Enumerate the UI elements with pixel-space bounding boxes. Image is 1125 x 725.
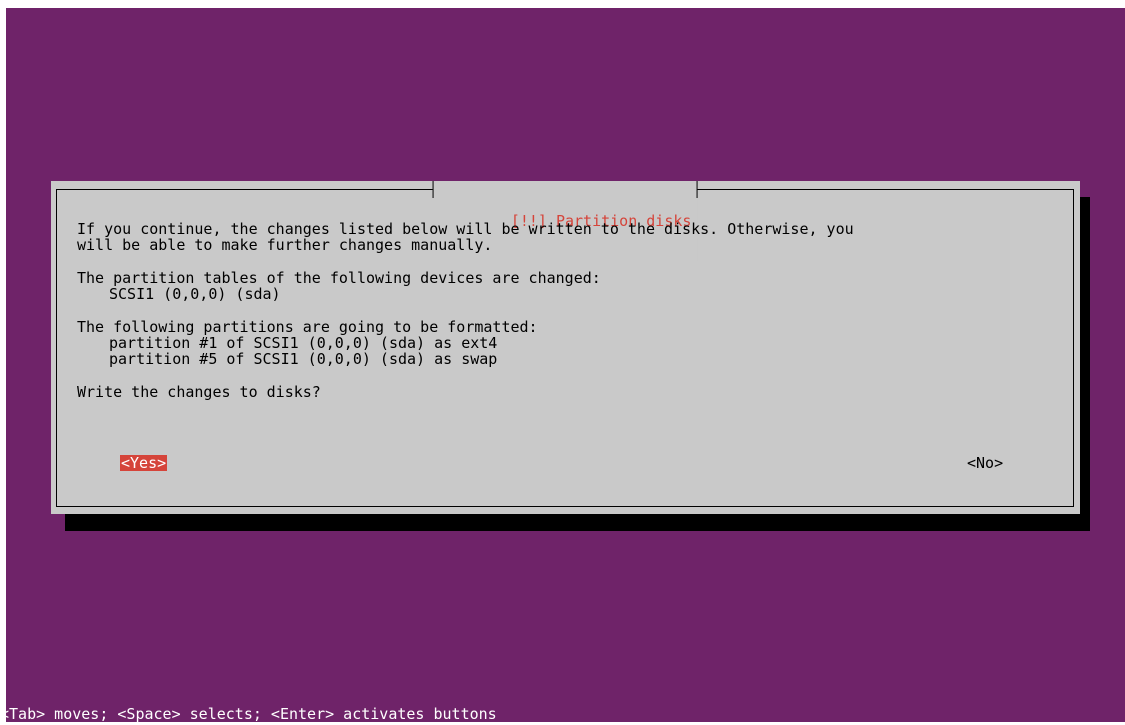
title-border-tick-right: [696, 181, 698, 198]
dialog-body: If you continue, the changes listed belo…: [77, 221, 1062, 400]
formatted-partition-item: partition #5 of SCSI1 (0,0,0) (sda) as s…: [109, 350, 498, 368]
changed-device-item: SCSI1 (0,0,0) (sda): [109, 285, 281, 303]
no-button[interactable]: <No>: [967, 455, 1003, 471]
title-border-tick-left: [432, 181, 434, 198]
intro-text-line-2: will be able to make further changes man…: [77, 236, 493, 254]
formatted-partition-item: partition #1 of SCSI1 (0,0,0) (sda) as e…: [109, 334, 498, 352]
formatted-partitions-heading: The following partitions are going to be…: [77, 318, 538, 336]
partition-disks-dialog: [!!] Partition disks If you continue, th…: [51, 181, 1080, 514]
intro-text-line-1: If you continue, the changes listed belo…: [77, 220, 854, 238]
dialog-buttons: <Yes> <No>: [51, 455, 1080, 471]
yes-button[interactable]: <Yes>: [120, 455, 168, 471]
partition-tables-heading: The partition tables of the following de…: [77, 269, 601, 287]
installer-screen: [!!] Partition disks If you continue, th…: [6, 8, 1125, 722]
keyboard-help-text: <Tab> moves; <Space> selects; <Enter> ac…: [6, 705, 497, 722]
confirm-question: Write the changes to disks?: [77, 383, 321, 401]
